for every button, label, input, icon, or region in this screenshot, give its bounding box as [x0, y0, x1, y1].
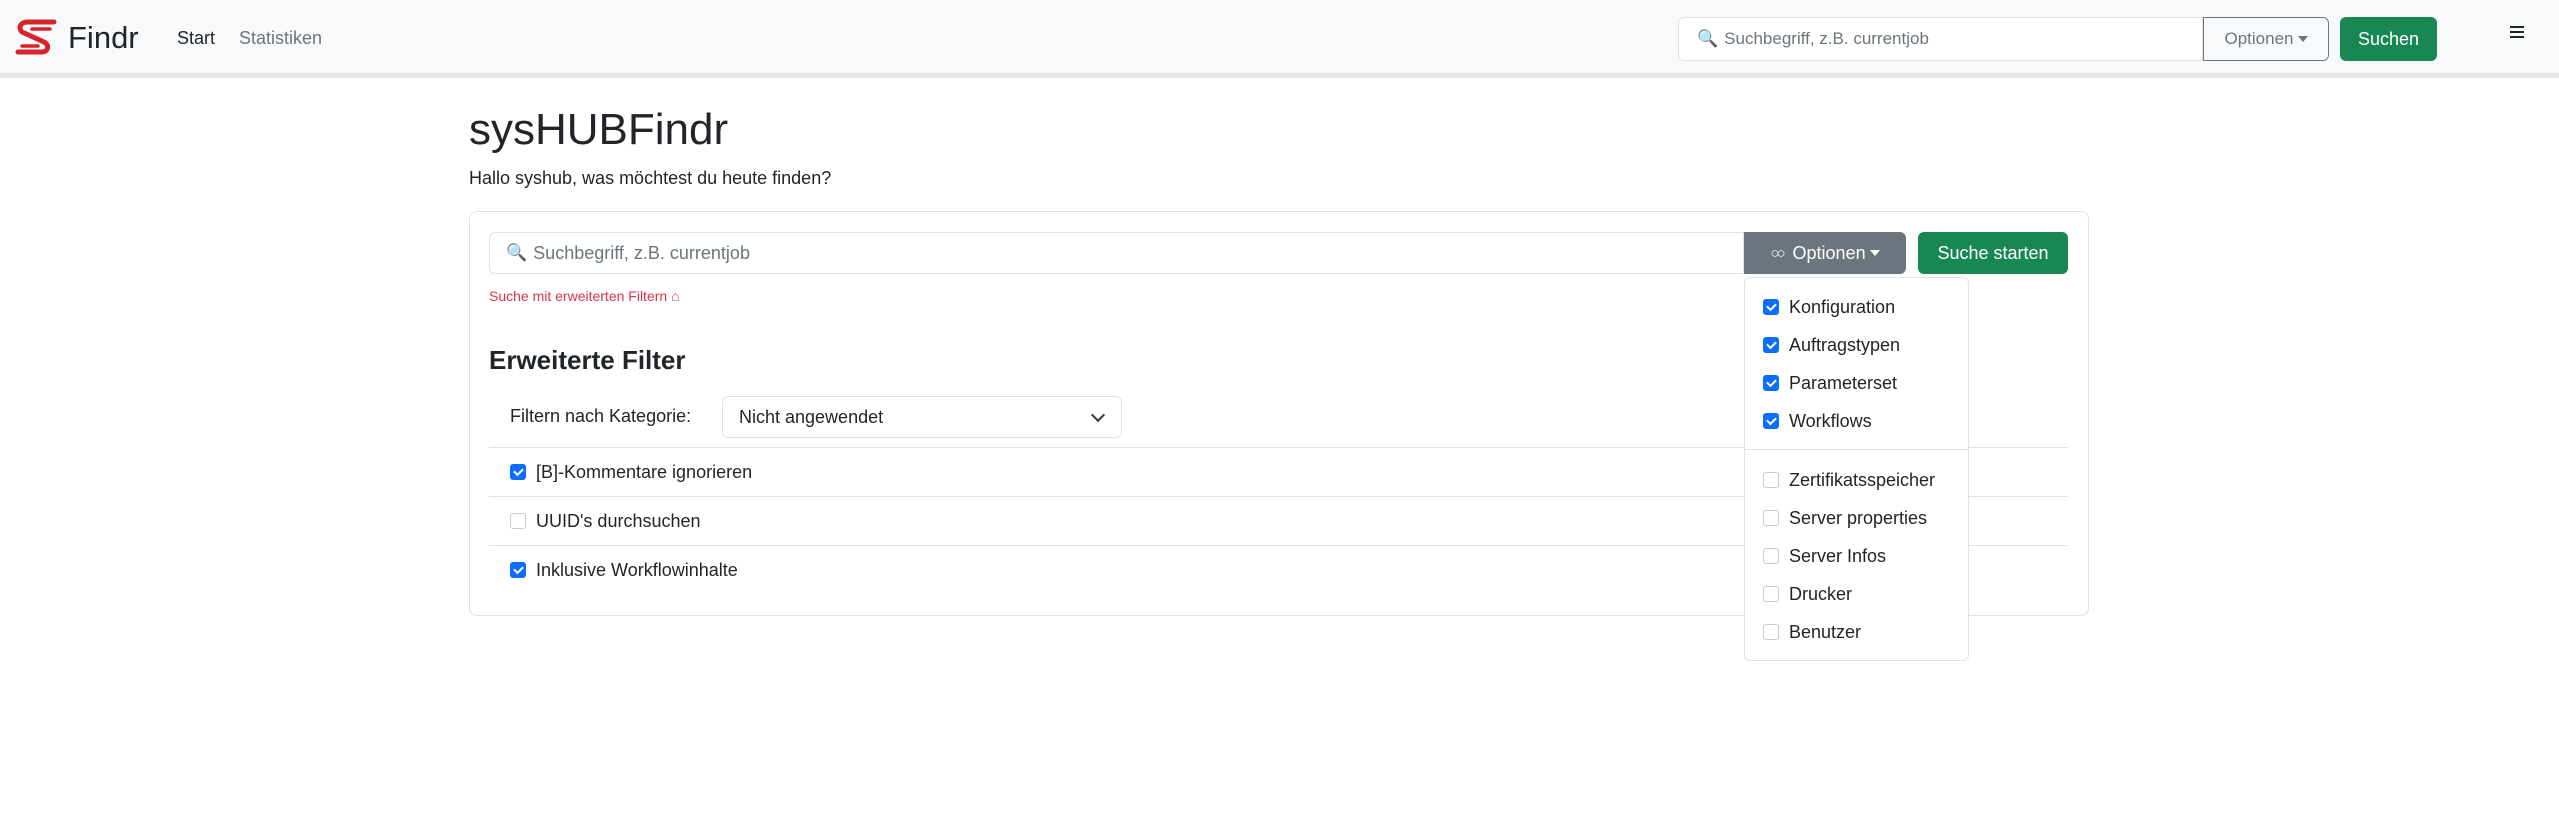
- filter-option-label: [B]-Kommentare ignorieren: [536, 462, 753, 482]
- page-subtitle: Hallo syshub, was möchtest du heute find…: [469, 168, 832, 188]
- start-search-button[interactable]: Suche starten: [1918, 232, 2068, 274]
- filter-option-row[interactable]: UUID's durchsuchen: [510, 509, 701, 533]
- navbar-search-field[interactable]: 🔍: [1678, 17, 2203, 61]
- dropdown-item-workflows[interactable]: Workflows: [1763, 409, 1872, 433]
- checkbox[interactable]: [1763, 624, 1779, 640]
- dropdown-item-label: Server Infos: [1789, 546, 1887, 566]
- link-icon: ○○: [1770, 244, 1785, 262]
- category-label: Filtern nach Kategorie:: [510, 406, 692, 426]
- options-dropdown-menu: Konfiguration Auftragstypen Parameterset…: [1744, 277, 1969, 661]
- navbar-search-input[interactable]: [1724, 29, 2165, 49]
- checkbox[interactable]: [1763, 337, 1779, 353]
- search-icon: 🔍: [1697, 29, 1719, 48]
- checkbox[interactable]: [510, 562, 526, 578]
- main-options-label: Optionen: [1792, 242, 1866, 263]
- dropdown-item-label: Parameterset: [1789, 373, 1898, 393]
- dropdown-item-server-properties[interactable]: Server properties: [1763, 506, 1927, 530]
- dropdown-item-konfiguration[interactable]: Konfiguration: [1763, 295, 1895, 319]
- chevron-down-icon: [1090, 407, 1106, 423]
- dropdown-item-label: Drucker: [1789, 584, 1853, 604]
- category-select-value: Nicht angewendet: [739, 406, 884, 427]
- dropdown-item-server-infos[interactable]: Server Infos: [1763, 544, 1886, 568]
- navbar: Findr Start Statistiken 🔍 Optionen Suche…: [0, 0, 2559, 78]
- checkbox[interactable]: [1763, 299, 1779, 315]
- dropdown-item-label: Workflows: [1789, 411, 1872, 431]
- dropdown-item-label: Auftragstypen: [1789, 335, 1901, 355]
- page-title: sysHUBFindr: [469, 105, 729, 154]
- dropdown-item-label: Benutzer: [1789, 622, 1862, 642]
- nav-link-start[interactable]: Start: [177, 26, 215, 50]
- main-options-button[interactable]: ○○ Optionen: [1744, 232, 1906, 274]
- category-select[interactable]: Nicht angewendet: [722, 396, 1122, 438]
- main-search-field[interactable]: 🔍: [489, 232, 1744, 274]
- filter-heading: Erweiterte Filter: [489, 345, 686, 375]
- dropdown-item-auftragstypen[interactable]: Auftragstypen: [1763, 333, 1900, 357]
- dropdown-item-zertifikatsspeicher[interactable]: Zertifikatsspeicher: [1763, 468, 1935, 492]
- findr-logo-icon: [15, 19, 57, 55]
- dropdown-item-label: Konfiguration: [1789, 297, 1896, 317]
- advanced-filter-link[interactable]: Suche mit erweiterten Filtern ⌂: [489, 287, 680, 305]
- navbar-options-label: Optionen: [2224, 29, 2294, 48]
- filter-option-row[interactable]: [B]-Kommentare ignorieren: [510, 460, 752, 484]
- brand[interactable]: Findr: [14, 18, 139, 58]
- nav-link-statistiken[interactable]: Statistiken: [239, 26, 322, 50]
- dropdown-item-label: Server properties: [1789, 508, 1928, 528]
- checkbox[interactable]: [1763, 548, 1779, 564]
- hamburger-menu-icon[interactable]: [2510, 26, 2524, 40]
- navbar-search-button[interactable]: Suchen: [2340, 17, 2437, 61]
- caret-down-icon: [2297, 36, 2308, 42]
- search-icon: 🔍: [506, 243, 528, 262]
- caret-down-icon: [1869, 250, 1880, 256]
- filter-option-row[interactable]: Inklusive Workflowinhalte: [510, 558, 738, 582]
- dropdown-divider: [1745, 449, 1968, 450]
- dropdown-item-parameterset[interactable]: Parameterset: [1763, 371, 1897, 395]
- checkbox[interactable]: [1763, 375, 1779, 391]
- checkbox[interactable]: [1763, 510, 1779, 526]
- dropdown-item-benutzer[interactable]: Benutzer: [1763, 620, 1861, 644]
- brand-name: Findr: [68, 20, 139, 55]
- main-search-input[interactable]: [533, 242, 1634, 264]
- filter-option-label: Inklusive Workflowinhalte: [536, 560, 738, 580]
- checkbox[interactable]: [1763, 413, 1779, 429]
- filter-option-label: UUID's durchsuchen: [536, 511, 701, 531]
- checkbox[interactable]: [1763, 586, 1779, 602]
- checkbox[interactable]: [510, 464, 526, 480]
- navbar-options-button[interactable]: Optionen: [2203, 17, 2329, 61]
- checkbox[interactable]: [1763, 472, 1779, 488]
- dropdown-item-label: Zertifikatsspeicher: [1789, 470, 1936, 490]
- dropdown-item-drucker[interactable]: Drucker: [1763, 582, 1852, 606]
- checkbox[interactable]: [510, 513, 526, 529]
